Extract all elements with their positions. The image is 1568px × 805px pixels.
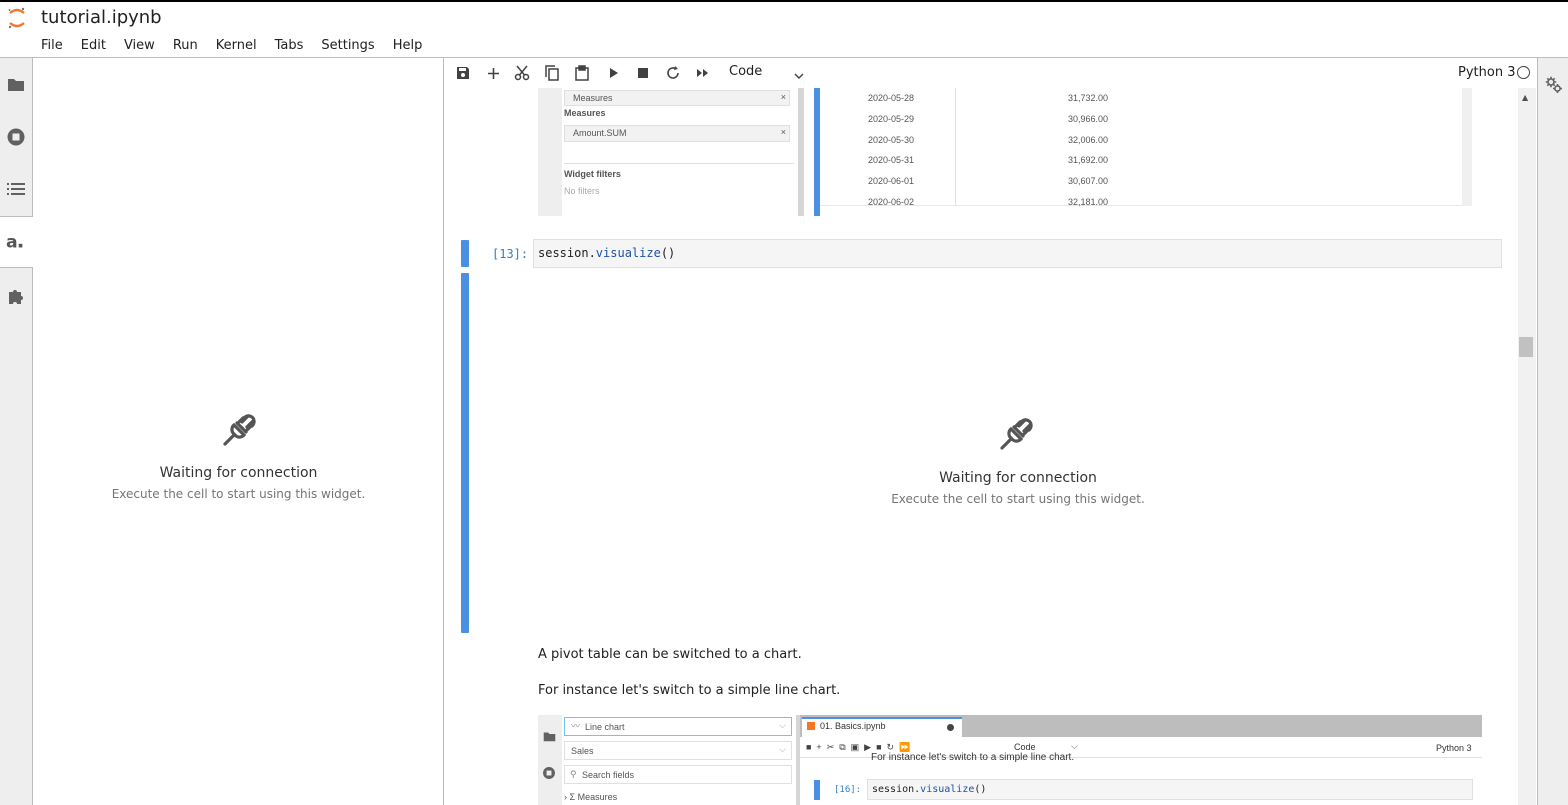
stop-icon[interactable] (634, 64, 652, 82)
waiting-message: Waiting for connection Execute the cell … (33, 465, 444, 501)
menu-help[interactable]: Help (393, 38, 423, 53)
chevron-down-icon: ⌵ (779, 744, 786, 754)
search-icon: ⚲ (570, 769, 577, 779)
waiting-title: Waiting for connection (159, 465, 318, 481)
jupyter-logo-icon (7, 7, 27, 29)
code-function: visualize (920, 784, 975, 795)
notebook-panel: Code Python 3 Measures × Measures Amount… (446, 58, 1536, 805)
add-cell-icon[interactable] (484, 64, 502, 82)
output-waiting-message: Waiting for connection Execute the cell … (826, 470, 1210, 506)
scrollbar-thumb[interactable] (1519, 337, 1533, 357)
left-widget-panel: Waiting for connection Execute the cell … (33, 58, 444, 805)
document-title[interactable]: tutorial.ipynb (41, 7, 162, 28)
cut-icon[interactable] (513, 64, 531, 82)
mini-previous-text: For instance let's switch to a simple li… (871, 752, 1075, 763)
running-icon (542, 765, 556, 784)
pivot-row-date: 2020-05-31 (868, 155, 915, 166)
fast-forward-icon[interactable] (694, 64, 712, 82)
cell-collapser[interactable] (461, 240, 469, 267)
code-tail: () (660, 246, 676, 260)
paste-icon[interactable] (573, 64, 591, 82)
no-filters-text: No filters (564, 186, 600, 196)
folder-icon (543, 727, 556, 746)
close-icon: × (780, 127, 786, 137)
waiting-title: Waiting for connection (939, 470, 1097, 486)
waiting-subtitle: Execute the cell to start using this wid… (111, 487, 366, 501)
extension-icon[interactable] (6, 286, 26, 306)
save-icon[interactable] (454, 64, 472, 82)
running-icon[interactable] (6, 127, 26, 147)
top-bar: tutorial.ipynb File Edit View Run Kernel… (0, 0, 1568, 58)
code-tail: () (974, 784, 987, 795)
pivot-row-value: 32,181.00 (1067, 197, 1108, 207)
svg-text:a: a (6, 232, 18, 252)
plug-icon (220, 409, 260, 453)
kernel-name[interactable]: Python 3 (1458, 65, 1515, 80)
atoti-icon[interactable]: a (6, 232, 26, 252)
notebook-icon (807, 722, 815, 730)
embedded-screenshot-line-chart: 〰 Line chart ⌵ Sales ⌵ ⚲ Search fields ›… (538, 715, 1482, 805)
pivot-row-value: 32,006.00 (1067, 134, 1108, 145)
pivot-row-date: 2020-06-02 (868, 197, 915, 207)
menu-view[interactable]: View (124, 38, 155, 53)
property-inspector-gears-icon[interactable] (1545, 76, 1563, 98)
waiting-subtitle: Execute the cell to start using this wid… (891, 492, 1145, 506)
menu-edit[interactable]: Edit (81, 38, 106, 53)
pivot-row-value: 31,692.00 (1067, 155, 1108, 166)
mini-cell-type: Code (1014, 742, 1036, 752)
pivot-row-value: 31,732.00 (1067, 93, 1108, 103)
scroll-up-arrow-icon[interactable]: ▲ (1522, 93, 1528, 102)
code-object: session. (538, 246, 596, 260)
chevron-down-icon[interactable] (794, 65, 804, 84)
code-function: visualize (595, 246, 661, 260)
restart-icon[interactable] (664, 64, 682, 82)
pivot-row-date: 2020-05-29 (868, 113, 915, 124)
tab-name: 01. Basics.ipynb (820, 721, 886, 731)
output-collapser[interactable] (461, 273, 469, 633)
menu-settings[interactable]: Settings (321, 38, 374, 53)
kernel-status-icon (1517, 66, 1530, 79)
pivot-row-value: 30,607.00 (1067, 176, 1108, 187)
right-sidebar (1537, 58, 1568, 805)
notebook-toolbar: Code Python 3 (446, 58, 1536, 88)
measures-header: Measures (564, 108, 606, 118)
line-chart-icon: 〰 (571, 721, 581, 731)
pivot-row-date: 2020-05-30 (868, 134, 915, 145)
close-icon: × (780, 92, 786, 102)
widget-filters-header: Widget filters (564, 169, 621, 179)
markdown-line-2: For instance let's switch to a simple li… (538, 683, 841, 698)
measures-tree-item: Σ Measures (569, 792, 618, 802)
embedded-screenshot-pivot: Measures × Measures Amount.SUM × Widget … (538, 88, 1472, 216)
table-of-contents-icon[interactable] (6, 179, 26, 199)
menu-kernel[interactable]: Kernel (216, 38, 257, 53)
menu-bar: File Edit View Run Kernel Tabs Settings … (41, 38, 440, 53)
amount-chip: Amount.SUM (573, 128, 627, 138)
unsaved-dot-icon (947, 724, 954, 731)
input-prompt: [13]: (492, 247, 529, 261)
expand-icon: › (564, 792, 567, 802)
pivot-row-date: 2020-05-28 (868, 93, 915, 103)
code-cell-input[interactable]: session.visualize() (533, 239, 1502, 268)
chevron-down-icon: ⌵ (779, 720, 786, 730)
pivot-row-date: 2020-06-01 (868, 176, 915, 187)
code-object: session. (872, 784, 921, 795)
mini-prompt: [16]: (834, 785, 862, 795)
left-sidebar: a (0, 58, 33, 805)
copy-icon[interactable] (543, 64, 561, 82)
cube-select: Sales (571, 746, 594, 756)
menu-file[interactable]: File (41, 38, 63, 53)
chevron-down-icon: ⌵ (1071, 741, 1078, 751)
measures-chip: Measures (573, 93, 613, 103)
notebook-scrollbar[interactable] (1518, 88, 1536, 805)
plug-icon (997, 413, 1037, 457)
menu-run[interactable]: Run (173, 38, 198, 53)
mini-kernel-name: Python 3 (1436, 743, 1472, 753)
markdown-line-1: A pivot table can be switched to a chart… (538, 647, 802, 662)
chart-type-select: Line chart (585, 722, 625, 732)
search-fields-input: Search fields (582, 770, 635, 780)
run-icon[interactable] (605, 64, 623, 82)
pivot-row-value: 30,966.00 (1067, 113, 1108, 124)
menu-tabs[interactable]: Tabs (275, 38, 304, 53)
folder-icon[interactable] (6, 74, 26, 94)
